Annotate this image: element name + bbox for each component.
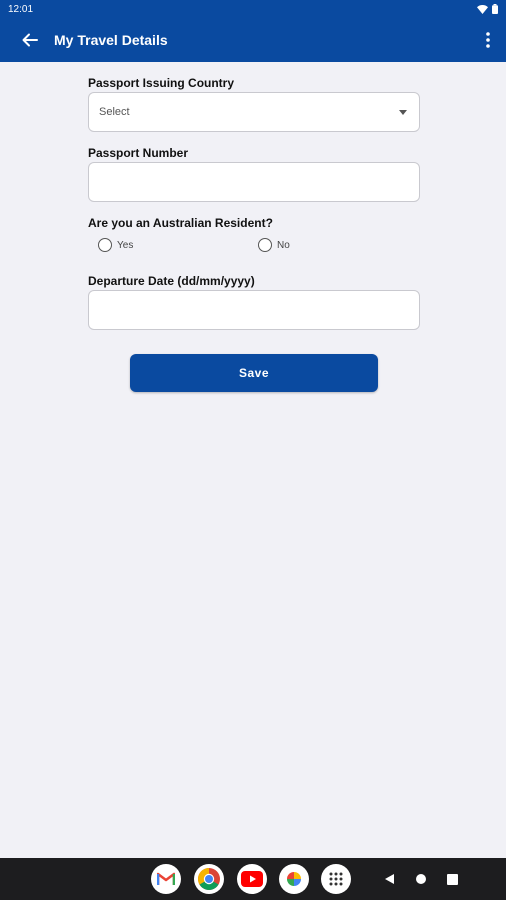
gmail-app[interactable]	[151, 864, 181, 894]
youtube-app[interactable]	[237, 864, 267, 894]
back-button[interactable]	[10, 18, 50, 62]
chrome-app[interactable]	[194, 864, 224, 894]
resident-no-radio[interactable]	[258, 238, 272, 252]
resident-question-label: Are you an Australian Resident?	[88, 216, 273, 230]
status-time: 12:01	[8, 3, 34, 15]
more-vert-icon	[486, 32, 490, 48]
departure-date-field-box	[88, 290, 420, 330]
photos-icon	[287, 872, 301, 886]
nav-recents-button[interactable]	[443, 870, 461, 888]
status-icons	[477, 4, 498, 14]
resident-yes-option[interactable]: Yes	[88, 238, 248, 252]
departure-date-input[interactable]	[89, 291, 419, 329]
resident-no-label: No	[277, 239, 290, 251]
save-button[interactable]: Save	[130, 354, 378, 392]
resident-yes-radio[interactable]	[98, 238, 112, 252]
passport-country-placeholder: Select	[99, 106, 130, 118]
nav-back-button[interactable]	[380, 870, 398, 888]
resident-yes-label: Yes	[117, 239, 134, 251]
back-icon	[385, 874, 394, 884]
system-nav-bar	[0, 858, 506, 900]
recents-icon	[446, 873, 458, 885]
wifi-icon	[477, 4, 488, 14]
passport-country-select[interactable]: Select	[88, 92, 420, 132]
arrow-back-icon	[22, 33, 38, 47]
photos-app[interactable]	[279, 864, 309, 894]
nav-home-button[interactable]	[412, 870, 430, 888]
app-drawer-button[interactable]	[321, 864, 351, 894]
resident-no-option[interactable]: No	[248, 238, 408, 252]
page-title: My Travel Details	[54, 32, 168, 48]
passport-number-label: Passport Number	[88, 146, 189, 160]
app-bar: My Travel Details	[0, 18, 506, 62]
resident-radio-group: Yes No	[88, 238, 420, 252]
gmail-icon	[157, 872, 175, 885]
departure-date-label: Departure Date (dd/mm/yyyy)	[88, 274, 255, 288]
passport-country-label: Passport Issuing Country	[88, 76, 235, 90]
battery-icon	[492, 4, 498, 14]
passport-number-input[interactable]	[89, 163, 419, 201]
overflow-menu-button[interactable]	[470, 18, 506, 62]
chrome-icon	[198, 868, 220, 890]
app-drawer-icon	[329, 872, 343, 886]
home-icon	[416, 874, 426, 884]
youtube-icon	[241, 871, 263, 887]
travel-details-form: Passport Issuing Country Select Passport…	[88, 62, 420, 330]
dropdown-arrow-icon	[399, 109, 407, 115]
passport-number-field-box	[88, 162, 420, 202]
status-bar: 12:01	[0, 0, 506, 18]
